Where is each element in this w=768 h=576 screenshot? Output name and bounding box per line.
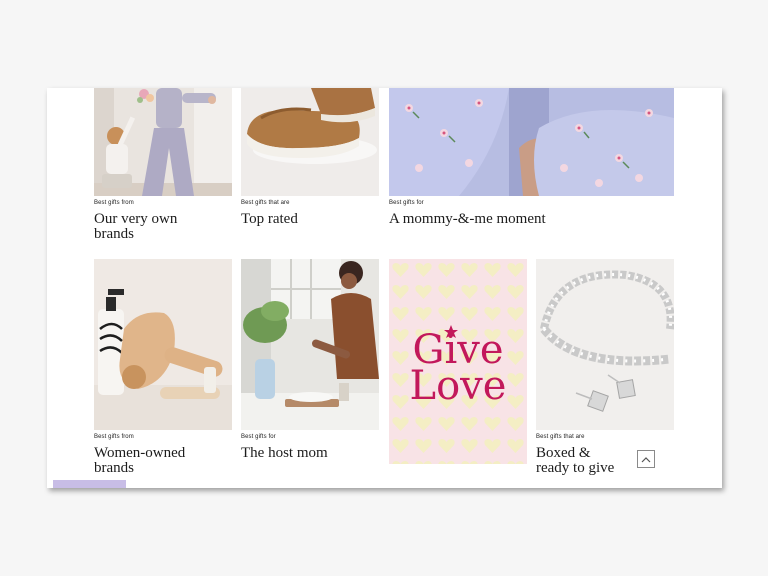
- tile-title[interactable]: A mommy-&-me moment: [389, 212, 546, 227]
- tile-title-line: Women-owned: [94, 445, 186, 461]
- tile-kicker: Best gifts that are: [241, 200, 290, 206]
- tile-title-line: The host mom: [241, 445, 328, 461]
- tile-title-line: ready to give: [536, 459, 615, 476]
- tile-title-line: A mommy-&-me moment: [389, 211, 546, 227]
- clog-slippers-image[interactable]: [241, 88, 379, 196]
- scroll-progress-bar: [53, 480, 126, 488]
- tile-kicker: Best gifts for: [241, 434, 276, 440]
- tile-title[interactable]: Top rated: [241, 212, 298, 227]
- tile-title-line: brands: [94, 459, 134, 476]
- tile-title-line: Boxed &: [536, 445, 591, 461]
- tile-title[interactable]: The host mom: [241, 446, 328, 461]
- gift-guide-panel: Best gifts from Our very own brands Best…: [47, 88, 722, 488]
- tile-title-line: brands: [94, 225, 134, 242]
- tile-kicker: Best gifts that are: [536, 434, 585, 440]
- tile-title[interactable]: Boxed & ready to give: [536, 446, 614, 475]
- hair-dryer-products-image[interactable]: [94, 259, 232, 430]
- tile-kicker: Best gifts from: [94, 200, 134, 206]
- tile-title[interactable]: Women-owned brands: [94, 446, 185, 475]
- tile-kicker: Best gifts from: [94, 434, 134, 440]
- tile-title[interactable]: Our very own brands: [94, 212, 177, 241]
- chevron-up-icon: [641, 456, 651, 462]
- give-love-graphic[interactable]: Give Love: [389, 259, 527, 464]
- tile-title-line: Our very own: [94, 211, 178, 227]
- tennis-bracelet-image[interactable]: [536, 259, 674, 430]
- woman-setting-table-image[interactable]: [241, 259, 379, 430]
- give-love-text-line2: Love: [410, 363, 507, 409]
- tile-kicker: Best gifts for: [389, 200, 424, 206]
- floral-dresses-image[interactable]: [389, 88, 674, 196]
- scroll-top-button[interactable]: [637, 450, 655, 468]
- woman-and-child-image[interactable]: [94, 88, 232, 196]
- tile-title-line: Top rated: [241, 211, 298, 227]
